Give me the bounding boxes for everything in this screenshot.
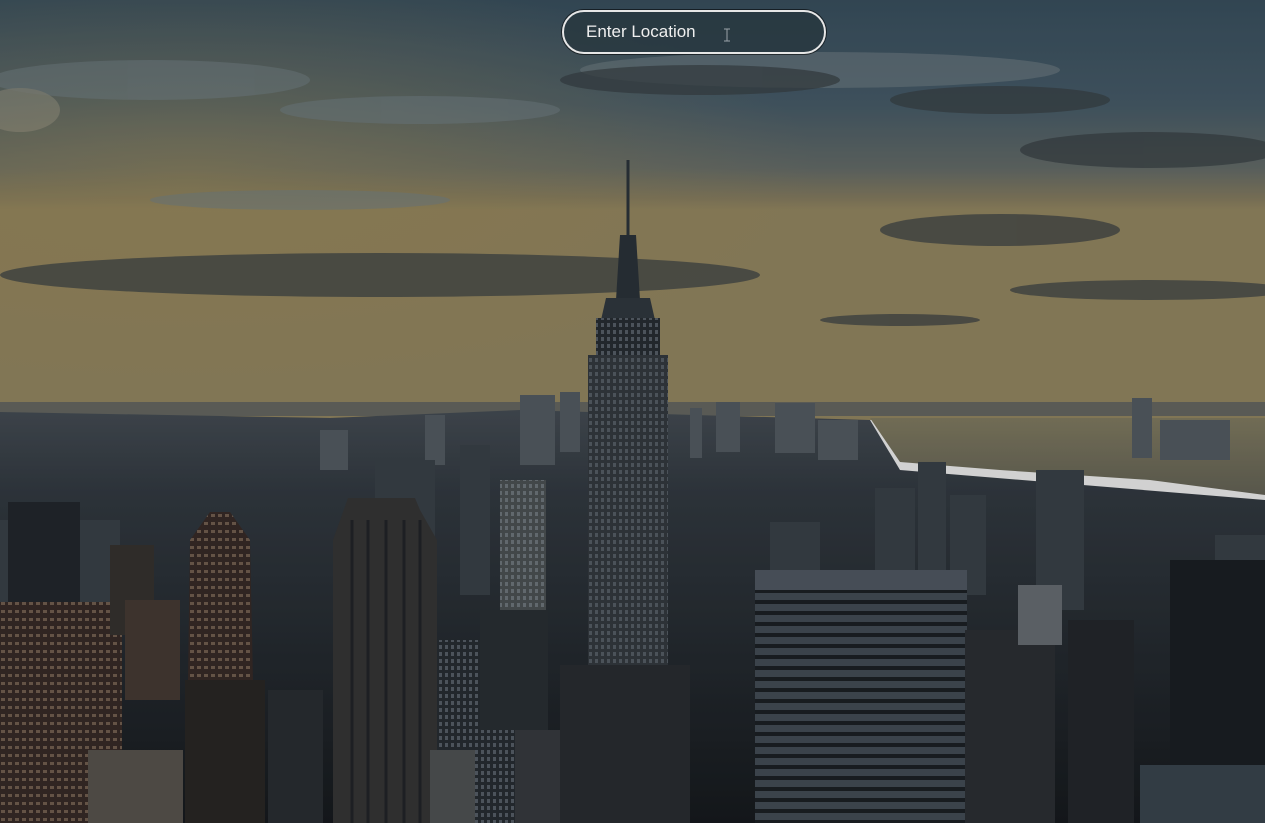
location-search-box[interactable] [562, 10, 826, 54]
text-cursor-icon [724, 28, 730, 42]
location-input[interactable] [564, 12, 824, 52]
city-skyline-background [0, 0, 1265, 823]
